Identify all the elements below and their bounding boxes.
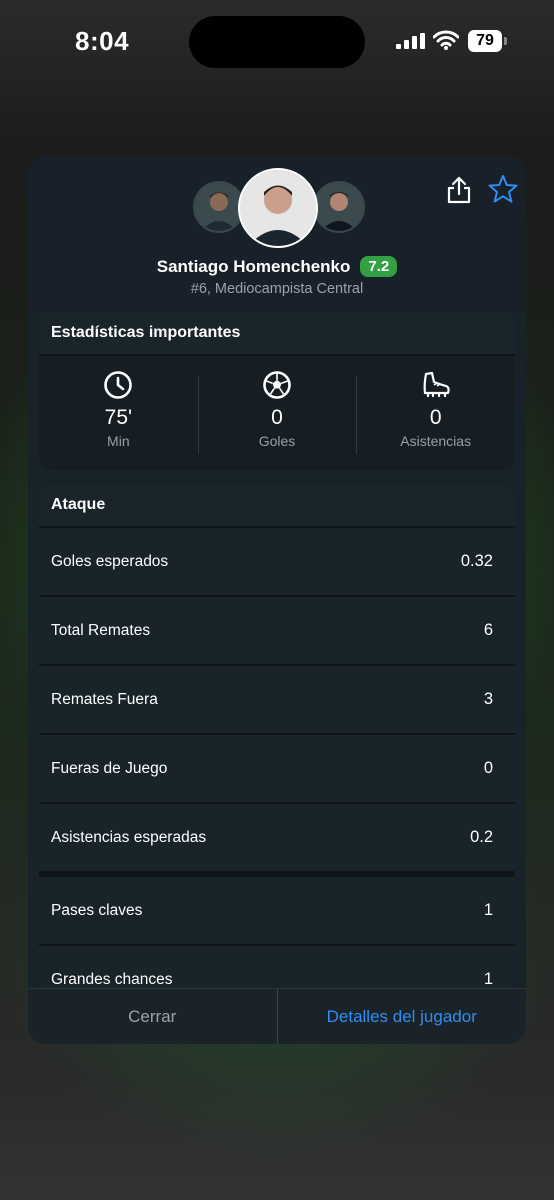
key-stat-value: 75'	[104, 406, 133, 429]
attack-section: Ataque Goles esperados 0.32 Total Remate…	[39, 484, 515, 1004]
key-stat-goals: 0 Goles	[197, 356, 357, 470]
battery-indicator: 79	[468, 30, 508, 52]
stat-row-total-shots: Total Remates 6	[39, 597, 515, 666]
key-stats-section: Estadísticas importantes 75' Min 0 Goles	[39, 312, 515, 470]
stat-label: Remates Fuera	[51, 690, 158, 708]
stat-value: 1	[483, 901, 493, 919]
favorite-star-icon[interactable]	[488, 174, 518, 204]
stat-label: Pases claves	[51, 901, 143, 919]
stat-row-expected-assists: Asistencias esperadas 0.2	[39, 804, 515, 877]
stat-label: Fueras de Juego	[51, 759, 168, 777]
player-name: Santiago Homenchenko	[156, 256, 351, 276]
player-position: #6, Mediocampista Central	[190, 281, 364, 297]
key-stat-minutes: 75' Min	[39, 356, 198, 470]
player-avatar	[238, 168, 318, 248]
key-stat-value: 0	[271, 406, 283, 429]
player-rating-badge: 7.2	[360, 256, 398, 277]
stat-row-shots-off-target: Remates Fuera 3	[39, 666, 515, 735]
share-icon[interactable]	[446, 176, 472, 204]
stat-label: Goles esperados	[51, 552, 169, 570]
attack-title: Ataque	[39, 484, 515, 528]
soccer-ball-icon	[263, 371, 291, 399]
stat-label: Asistencias esperadas	[51, 828, 207, 846]
key-stat-label: Min	[107, 433, 130, 449]
wifi-icon	[433, 30, 459, 50]
status-bar: 8:04 79	[0, 0, 554, 80]
key-stat-value: 0	[429, 406, 442, 429]
dynamic-island	[189, 16, 365, 68]
stat-row-key-passes: Pases claves 1	[39, 877, 515, 946]
stat-value: 1	[483, 970, 493, 988]
stat-value: 3	[483, 690, 493, 708]
player-name-row: Santiago Homenchenko 7.2	[28, 256, 526, 277]
stat-label: Total Remates	[51, 621, 151, 639]
battery-level: 79	[468, 30, 502, 52]
signal-icon	[396, 33, 425, 49]
next-player-avatar[interactable]	[313, 181, 365, 233]
sheet-footer: Cerrar Detalles del jugador	[28, 988, 526, 1044]
key-stat-assists: 0 Asistencias	[356, 356, 515, 470]
stat-value: 0	[483, 759, 493, 777]
player-header: Santiago Homenchenko 7.2 #6, Mediocampis…	[28, 156, 526, 312]
key-stat-label: Asistencias	[400, 433, 472, 449]
stat-label: Grandes chances	[51, 970, 173, 988]
key-stat-label: Goles	[258, 433, 296, 449]
player-details-button[interactable]: Detalles del jugador	[278, 989, 527, 1044]
stat-value: 6	[483, 621, 493, 639]
clock-icon	[104, 371, 133, 399]
stat-row-expected-goals: Goles esperados 0.32	[39, 528, 515, 597]
key-stats-title: Estadísticas importantes	[39, 312, 515, 356]
boot-icon	[423, 371, 450, 398]
player-stats-sheet: Santiago Homenchenko 7.2 #6, Mediocampis…	[28, 156, 526, 1044]
status-time: 8:04	[75, 26, 130, 56]
stat-row-offsides: Fueras de Juego 0	[39, 735, 515, 804]
stat-value: 0.32	[460, 552, 493, 570]
close-button[interactable]: Cerrar	[28, 989, 278, 1044]
stat-value: 0.2	[470, 828, 493, 846]
